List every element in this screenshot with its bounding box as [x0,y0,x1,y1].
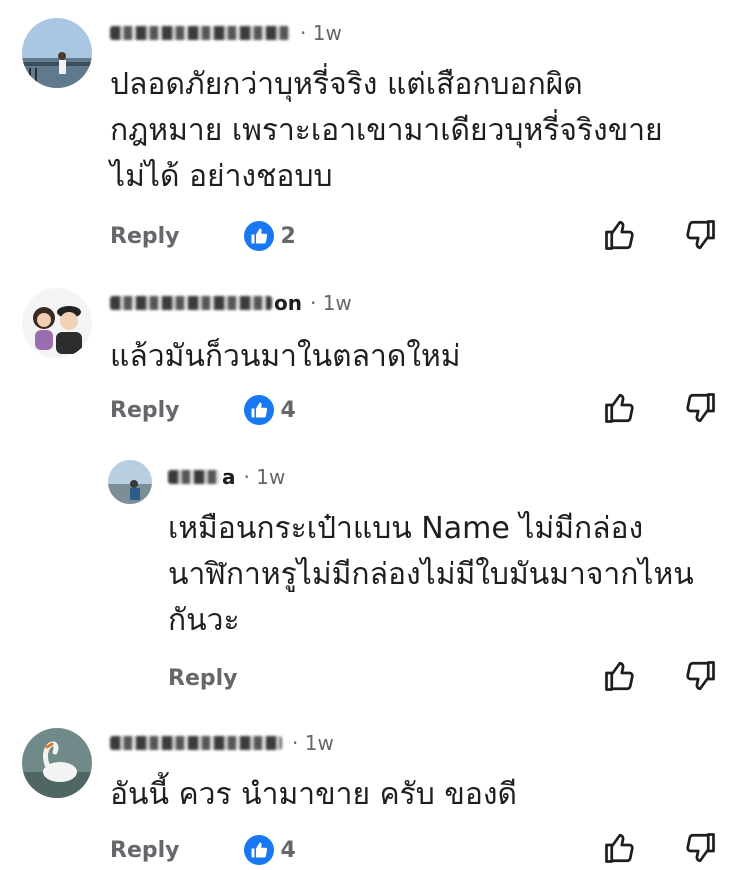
thumbs-up-icon [243,221,274,251]
comment-text: เหมือนกระเป๋าแบน Name ไม่มีกล่อง นาฬิกาห… [168,511,694,638]
author-name-suffix: on [274,291,302,315]
timestamp[interactable]: 1w [305,731,334,755]
reply-button[interactable]: Reply [168,666,238,691]
reaction-summary[interactable]: 2 [243,221,296,251]
author-name[interactable] [110,26,290,40]
reply-button[interactable]: Reply [110,838,180,863]
thumbs-up-icon [243,395,274,425]
like-icon[interactable] [602,217,638,253]
separator-dot: · [292,731,299,755]
dislike-icon[interactable] [682,658,718,694]
dislike-icon[interactable] [682,390,718,426]
author-name-suffix: a [222,465,236,489]
like-count: 4 [280,397,296,423]
author-name[interactable] [168,470,220,484]
like-icon[interactable] [602,830,638,866]
avatar[interactable] [22,288,92,358]
avatar[interactable] [22,18,92,88]
separator-dot: · [300,21,307,45]
avatar[interactable] [108,460,152,504]
avatar[interactable] [22,728,92,798]
like-icon[interactable] [602,390,638,426]
timestamp[interactable]: 1w [256,465,285,489]
reaction-summary[interactable]: 4 [243,835,296,865]
like-count: 2 [280,223,296,249]
like-icon[interactable] [602,658,638,694]
reply-button[interactable]: Reply [110,398,180,423]
separator-dot: · [243,465,250,489]
like-count: 4 [280,837,296,863]
reply-button[interactable]: Reply [110,224,180,249]
comment-text: อันนี้ ควร นำมาขาย ครับ ของดี [110,777,517,812]
comment-text: ปลอดภัยกว่าบุหรี่จริง แต่เสือกบอกผิด กฎห… [110,67,663,194]
reaction-summary[interactable]: 4 [243,395,296,425]
author-name[interactable] [110,736,282,750]
timestamp[interactable]: 1w [323,291,352,315]
comment-text: แล้วมันก็วนมาในตลาดใหม่ [110,339,461,374]
dislike-icon[interactable] [682,217,718,253]
dislike-icon[interactable] [682,830,718,866]
timestamp[interactable]: 1w [313,21,342,45]
thumbs-up-icon [243,835,274,865]
separator-dot: · [309,291,317,315]
author-name[interactable] [110,296,272,310]
